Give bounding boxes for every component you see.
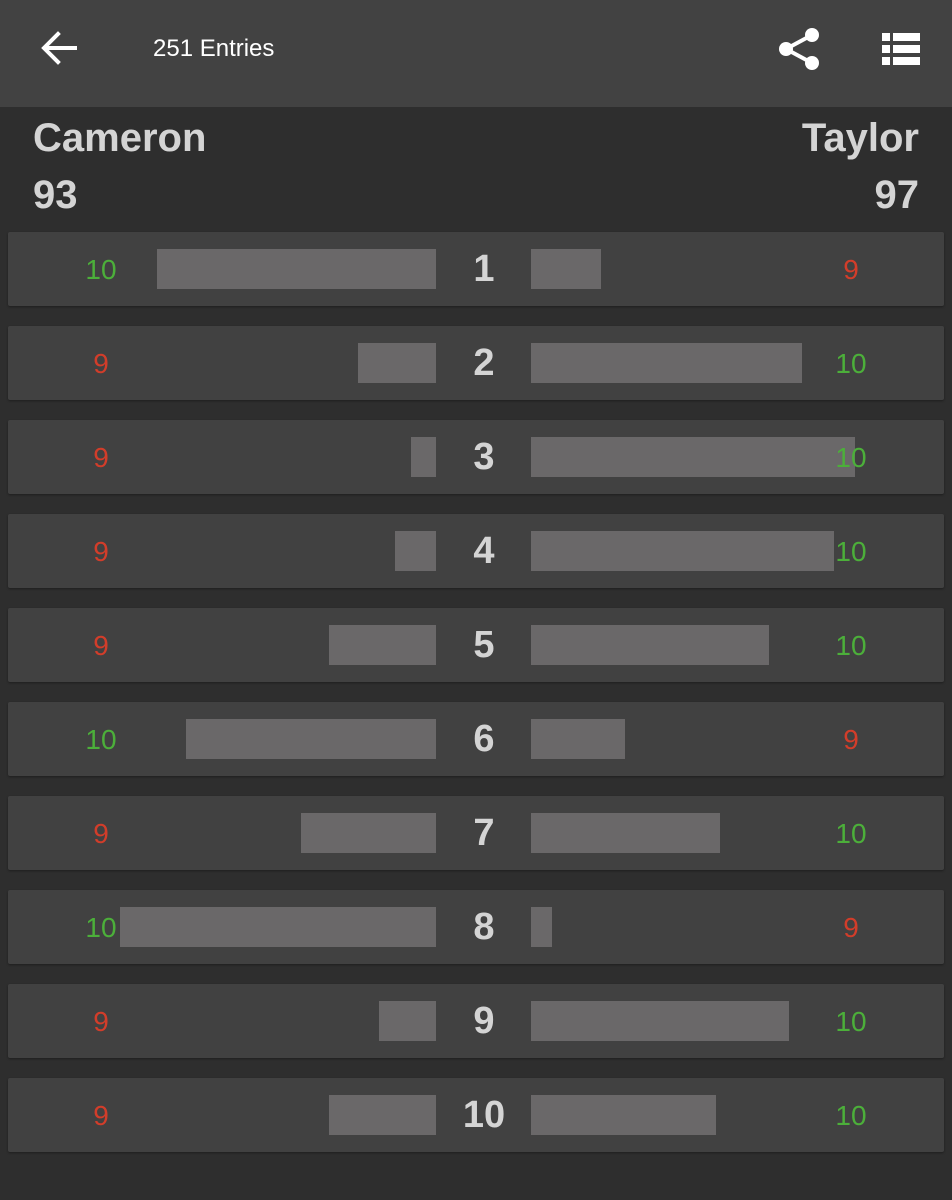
right-round-score: 10 — [835, 818, 867, 849]
left-round-score: 10 — [85, 254, 117, 285]
round-number: 7 — [473, 812, 495, 854]
round-row[interactable]: 10 6 9 — [8, 702, 944, 776]
right-score-bar — [531, 625, 769, 665]
right-round-score: 10 — [835, 1100, 867, 1131]
left-round-score: 9 — [93, 818, 109, 849]
round-number: 9 — [473, 1000, 495, 1042]
right-score-bar — [531, 813, 720, 853]
left-score-bar — [186, 719, 436, 759]
right-round-score: 10 — [835, 1006, 867, 1037]
right-score-bar — [531, 343, 802, 383]
right-round-score: 10 — [835, 630, 867, 661]
right-score-bar — [531, 1001, 789, 1041]
right-score-bar — [531, 1095, 716, 1135]
left-round-score: 9 — [93, 630, 109, 661]
left-round-score: 9 — [93, 348, 109, 379]
round-number: 1 — [473, 248, 495, 290]
left-score-bar — [120, 907, 436, 947]
left-player-name: Cameron — [33, 116, 207, 160]
right-round-score: 10 — [835, 348, 867, 379]
back-button[interactable] — [26, 22, 92, 74]
round-row[interactable]: 10 1 9 — [8, 232, 944, 306]
round-list: 10 1 9 9 2 10 9 3 10 9 4 10 9 5 10 10 6 9 9 7 10 10 8 9 9 9 10 9 10 1… — [8, 232, 944, 1172]
left-player-total: 93 — [33, 173, 78, 217]
round-number: 5 — [473, 624, 495, 666]
left-round-score: 9 — [93, 1006, 109, 1037]
round-row[interactable]: 9 5 10 — [8, 608, 944, 682]
round-row[interactable]: 9 4 10 — [8, 514, 944, 588]
round-row[interactable]: 10 8 9 — [8, 890, 944, 964]
share-icon — [779, 28, 819, 70]
round-row[interactable]: 9 9 10 — [8, 984, 944, 1058]
left-score-bar — [329, 625, 436, 665]
left-score-bar — [301, 813, 436, 853]
left-round-score: 10 — [85, 912, 117, 943]
left-score-bar — [411, 437, 436, 477]
round-row[interactable]: 9 2 10 — [8, 326, 944, 400]
right-score-bar — [531, 249, 601, 289]
round-number: 6 — [473, 718, 495, 760]
left-round-score: 10 — [85, 724, 117, 755]
left-score-bar — [395, 531, 436, 571]
left-score-bar — [358, 343, 436, 383]
right-round-score: 9 — [843, 254, 859, 285]
right-round-score: 9 — [843, 724, 859, 755]
round-number: 3 — [473, 436, 495, 478]
list-view-icon — [882, 33, 920, 65]
share-button[interactable] — [770, 20, 828, 78]
right-player-name: Taylor — [801, 116, 919, 160]
left-score-bar — [379, 1001, 436, 1041]
right-score-bar — [531, 437, 855, 477]
left-score-bar — [329, 1095, 436, 1135]
right-round-score: 10 — [835, 442, 867, 473]
right-score-bar — [531, 907, 552, 947]
left-round-score: 9 — [93, 442, 109, 473]
round-row[interactable]: 9 7 10 — [8, 796, 944, 870]
round-number: 8 — [473, 906, 495, 948]
round-number: 2 — [473, 342, 495, 384]
right-score-bar — [531, 531, 834, 571]
round-number: 10 — [462, 1094, 506, 1136]
arrow-left-icon — [41, 31, 77, 65]
left-round-score: 9 — [93, 536, 109, 567]
page-title: 251 Entries — [153, 35, 275, 62]
list-view-button[interactable] — [872, 20, 930, 78]
right-player-total: 97 — [874, 173, 920, 217]
left-round-score: 9 — [93, 1100, 109, 1131]
left-score-bar — [157, 249, 436, 289]
round-number: 4 — [473, 530, 495, 572]
round-row[interactable]: 9 10 10 — [8, 1078, 944, 1152]
right-round-score: 10 — [835, 536, 867, 567]
right-score-bar — [531, 719, 625, 759]
round-row[interactable]: 9 3 10 — [8, 420, 944, 494]
app-bar: 251 Entries — [0, 0, 952, 107]
right-round-score: 9 — [843, 912, 859, 943]
